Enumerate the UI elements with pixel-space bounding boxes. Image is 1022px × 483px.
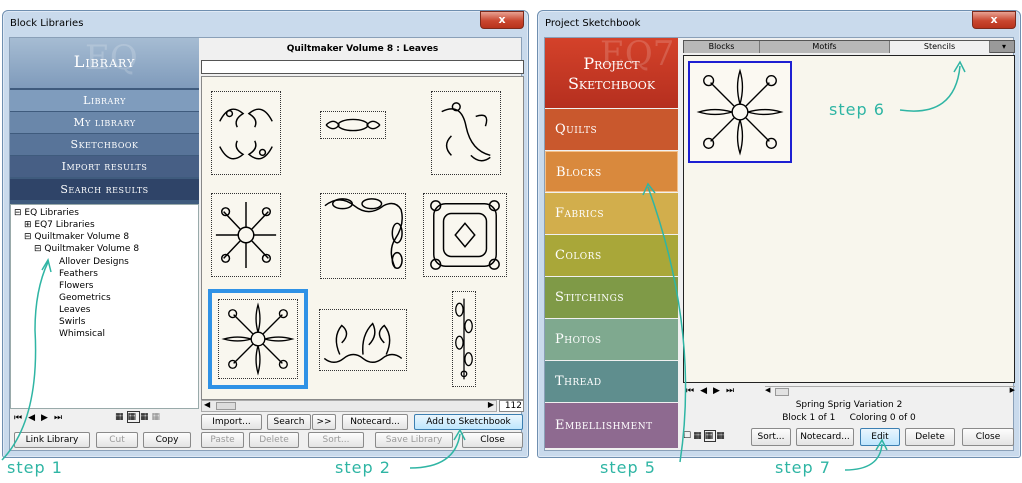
step6-arrow [899, 65, 961, 112]
step6-label: step 6 [829, 100, 885, 119]
step2-arrow [409, 433, 461, 469]
step5-label: step 5 [600, 458, 656, 477]
annotation-arrows [1, 60, 966, 471]
step1-arrow [1, 261, 49, 461]
step1-label: step 1 [7, 458, 63, 477]
step2-label: step 2 [335, 458, 391, 477]
step5-arrow [647, 186, 687, 463]
step7-label: step 7 [775, 458, 831, 477]
